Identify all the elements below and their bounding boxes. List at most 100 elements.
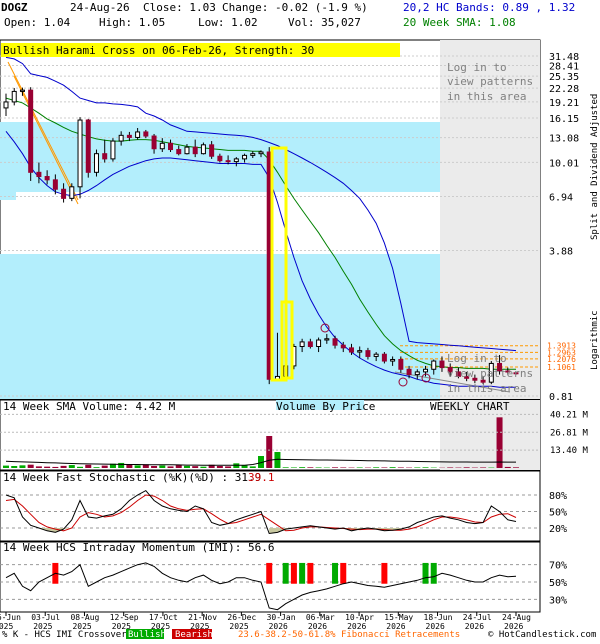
stochastic-d-value: 39.1 (248, 471, 275, 484)
candle-body (94, 154, 98, 173)
header-open: Open: 1.04 (4, 16, 71, 29)
login-top-line-1[interactable]: Log in to (447, 61, 507, 74)
bearish-legend: Bearish (175, 630, 213, 640)
imi-tick-label: 30% (549, 595, 567, 606)
fibonacci-labels: 1.39131.29631.20761.1061 (547, 342, 576, 372)
volume-bar (200, 467, 206, 468)
x-tick-label: 12-Sep (110, 613, 139, 622)
candle-body (333, 339, 337, 345)
volume-bar (340, 467, 346, 468)
candle-body (144, 132, 148, 136)
candle-body (45, 177, 49, 180)
volume-tick-label: 40.21 M (550, 410, 589, 420)
x-tick-label: 26-Dec (227, 613, 256, 622)
candle-body (169, 143, 173, 149)
volume-bar (85, 465, 91, 468)
candle-body (193, 147, 197, 154)
imi-tick-label: 50% (549, 578, 567, 589)
candle-body (111, 141, 115, 159)
stochastic-tick-label: 50% (549, 508, 567, 519)
stochastic-tick-label: 20% (549, 524, 567, 535)
chart-footer: % K - HCS IMI Crossover: Bullish Bearish… (2, 629, 596, 640)
login-bottom-line-2[interactable]: view patterns (447, 367, 533, 380)
header-close: Close: 1.03 (143, 1, 216, 14)
login-top-line-3[interactable]: in this area (447, 90, 526, 103)
header-high: High: 1.05 (99, 16, 165, 29)
price-tick-label: 0.81 (549, 392, 573, 403)
cyan-range-bottom (0, 254, 440, 399)
stochastic-panel: 14 Week Fast Stochastic (%K)(%D) : 31.9 … (0, 471, 567, 541)
volume-axis-labels: 40.21 M26.81 M13.40 M (550, 410, 589, 456)
volume-bar (192, 466, 198, 468)
imi-crossover-bar (431, 563, 437, 584)
imi-crossover-bar (423, 563, 429, 584)
candle-body (407, 369, 411, 374)
x-tick-label: 03-Jul (31, 613, 60, 622)
volume-bar (390, 467, 396, 468)
x-tick-label: 08-Aug (70, 613, 99, 622)
candle-body (234, 159, 238, 162)
footer-legend-prefix: % K - HCS IMI Crossover: (2, 630, 132, 640)
candle-body (382, 354, 386, 361)
imi-crossover-bar (332, 563, 338, 584)
price-tick-label: 6.94 (549, 192, 573, 203)
volume-bar (414, 467, 420, 468)
candle-body (366, 351, 370, 357)
volume-bar (505, 467, 511, 468)
volume-bar (316, 467, 322, 468)
volume-bar (307, 467, 313, 468)
candle-body (210, 145, 214, 156)
right-axis-title: Split and Dividend Adjusted (590, 94, 600, 240)
candle-body (53, 180, 57, 189)
volume-bar (513, 467, 519, 468)
candle-body (160, 143, 164, 148)
volume-panel: 14 Week SMA Volume: 4.42 M Volume By Pri… (0, 400, 589, 470)
candle-body (127, 135, 131, 137)
price-tick-label: 19.21 (549, 98, 579, 109)
fib-legend: 23.6-38.2-50-61.8% Fibonacci Retracement… (238, 630, 460, 640)
pattern-banner: Bullish Harami Cross on 06-Feb-26, Stren… (3, 44, 314, 57)
header-vol: Vol: 35,027 (288, 16, 361, 29)
candle-body (341, 345, 345, 348)
bullish-legend: Bullish (128, 630, 166, 640)
x-tick-label: 06-Jun (0, 613, 21, 622)
volume-bar (11, 466, 17, 468)
log-scale-label: Logarithmic (590, 310, 600, 370)
volume-bar (176, 465, 182, 468)
imi-crossover-bar (340, 563, 346, 584)
weekly-label: WEEKLY CHART (430, 400, 510, 413)
login-bottom-line-1[interactable]: Log in to (447, 352, 507, 365)
candle-body (177, 150, 181, 154)
price-tick-label: 28.41 (549, 62, 579, 73)
candle-body (119, 135, 123, 141)
copyright: © HotCandlestick.com (488, 630, 596, 640)
candle-body (259, 152, 263, 154)
candle-body (349, 348, 353, 352)
price-tick-label: 10.01 (549, 158, 579, 169)
candle-body (432, 361, 436, 369)
x-tick-label: 18-Jun (424, 613, 453, 622)
volume-bar (36, 466, 42, 468)
candle-body (415, 372, 419, 375)
candle-body (317, 340, 321, 346)
price-tick-label: 3.88 (549, 246, 573, 257)
volume-bar (398, 467, 404, 468)
header-change: Change: -0.02 (-1.9 %) (222, 1, 368, 14)
login-top-line-2[interactable]: view patterns (447, 75, 533, 88)
candle-body (29, 90, 33, 172)
imi-panel: 14 Week HCS Intraday Momentum (IMI): 56.… (0, 541, 567, 612)
volume-bar (44, 467, 50, 468)
x-tick-label: 15-May (384, 613, 413, 622)
price-tick-label: 25.35 (549, 72, 579, 83)
volume-bar (447, 467, 453, 468)
login-bottom-line-3[interactable]: in this area (447, 382, 526, 395)
x-tick-year: 2026 (465, 622, 484, 631)
imi-crossover-bar (381, 563, 387, 584)
imi-crossover-bar (299, 563, 305, 584)
imi-tick-label: 70% (549, 561, 567, 572)
volume-bar (299, 467, 305, 468)
volume-bar (423, 467, 429, 468)
volume-bar (266, 436, 272, 468)
candle-body (218, 156, 222, 160)
price-tick-label: 22.28 (549, 84, 579, 95)
